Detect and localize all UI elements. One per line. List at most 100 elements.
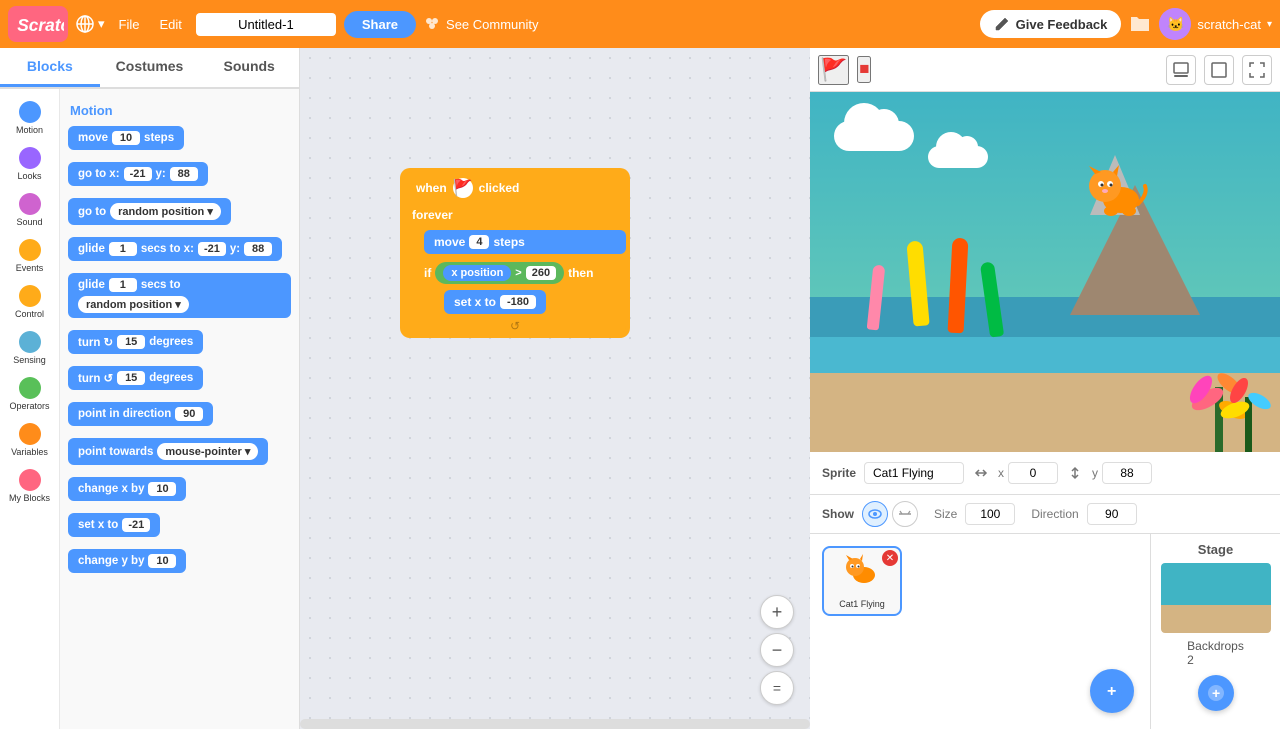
if-inner: set x to -180 — [424, 290, 626, 314]
block-point-towards[interactable]: point towards mouse-pointer ▾ — [68, 438, 268, 465]
block-glide-random[interactable]: glide 1 secs to random position ▾ — [68, 273, 291, 318]
fullscreen-icon — [1249, 62, 1265, 78]
block-turn-cw[interactable]: turn ↻ 15 degrees — [68, 330, 203, 354]
normal-stage-button[interactable] — [1204, 55, 1234, 85]
svg-text:+: + — [1107, 683, 1116, 700]
sprite-info-row2: Show — [810, 495, 1280, 534]
show-hidden-button[interactable] — [892, 501, 918, 527]
category-my-blocks[interactable]: My Blocks — [2, 465, 58, 507]
stage-title: Stage — [1198, 542, 1233, 557]
add-sprite-button[interactable]: + — [1090, 669, 1134, 713]
red-stop-button[interactable]: ⏹ — [857, 56, 871, 83]
block-move-steps[interactable]: move 10 steps — [68, 126, 184, 150]
category-operators-label: Operators — [9, 401, 49, 411]
if-block[interactable]: if x position > 260 then — [424, 260, 626, 314]
small-stage-button[interactable] — [1166, 55, 1196, 85]
username-chevron: ▾ — [1267, 19, 1272, 30]
control-dot — [19, 285, 41, 307]
category-variables[interactable]: Variables — [2, 419, 58, 461]
categories-sidebar: Motion Looks Sound Events Control — [0, 89, 60, 729]
scratch-logo[interactable]: Scratch — [8, 6, 68, 42]
forever-label: forever — [404, 204, 626, 226]
globe-button[interactable]: ▾ — [76, 15, 105, 33]
block-go-to-xy[interactable]: go to x: -21 y: 88 — [68, 162, 208, 186]
category-sound-label: Sound — [16, 217, 42, 227]
file-menu[interactable]: File — [113, 13, 146, 36]
globe-label: ▾ — [98, 16, 105, 32]
zoom-out-button[interactable]: − — [760, 633, 794, 667]
show-visible-button[interactable] — [862, 501, 888, 527]
green-flag-button[interactable]: 🚩 — [818, 55, 849, 85]
bottom-row: ✕ — [810, 534, 1280, 729]
category-sensing[interactable]: Sensing — [2, 327, 58, 369]
category-looks[interactable]: Looks — [2, 143, 58, 185]
fullscreen-button[interactable] — [1242, 55, 1272, 85]
code-blocks-container[interactable]: when 🚩 clicked forever move 4 steps — [400, 168, 630, 338]
move-block[interactable]: move 4 steps — [424, 230, 626, 254]
zoom-in-button[interactable]: + — [760, 595, 794, 629]
stage-canvas[interactable] — [810, 92, 1280, 452]
block-change-y[interactable]: change y by 10 — [68, 549, 186, 573]
direction-input[interactable] — [1087, 503, 1137, 525]
block-set-x[interactable]: set x to -21 — [68, 513, 160, 537]
category-control-label: Control — [15, 309, 44, 319]
tab-blocks[interactable]: Blocks — [0, 48, 100, 87]
tab-sounds[interactable]: Sounds — [199, 48, 299, 87]
block-change-x[interactable]: change x by 10 — [68, 477, 186, 501]
avatar: 🐱 — [1159, 8, 1191, 40]
cloud — [834, 121, 914, 151]
size-input[interactable] — [965, 503, 1015, 525]
eye-open-icon — [868, 507, 882, 521]
add-backdrop-icon: + — [1206, 683, 1226, 703]
svg-text:+: + — [1212, 685, 1220, 701]
condition-block[interactable]: x position > 260 — [435, 262, 564, 284]
give-feedback-button[interactable]: Give Feedback — [980, 10, 1122, 38]
category-looks-label: Looks — [17, 171, 41, 181]
folder-button[interactable] — [1129, 12, 1151, 37]
left-panel: Blocks Costumes Sounds Motion Looks Soun… — [0, 48, 300, 729]
category-sensing-label: Sensing — [13, 355, 46, 365]
sprite-thumb-cat1[interactable]: ✕ — [822, 546, 902, 616]
cat-svg — [1083, 164, 1153, 219]
arrow-xy-icon — [972, 464, 990, 482]
canvas-area[interactable]: when 🚩 clicked forever move 4 steps — [300, 48, 810, 729]
category-my-blocks-label: My Blocks — [9, 493, 50, 503]
set-x-block[interactable]: set x to -180 — [444, 290, 546, 314]
give-feedback-label: Give Feedback — [1016, 17, 1108, 32]
tab-costumes[interactable]: Costumes — [100, 48, 200, 87]
zoom-controls: + − = — [760, 595, 794, 705]
category-motion[interactable]: Motion — [2, 97, 58, 139]
script-block[interactable]: when 🚩 clicked forever move 4 steps — [400, 168, 630, 338]
x-label: x — [998, 466, 1004, 480]
stage-mini-preview[interactable] — [1161, 563, 1271, 633]
category-events[interactable]: Events — [2, 235, 58, 277]
see-community-button[interactable]: See Community — [424, 16, 538, 32]
sprite-delete-button[interactable]: ✕ — [882, 550, 898, 566]
show-label: Show — [822, 507, 854, 521]
y-label: y — [1092, 466, 1098, 480]
project-title-input[interactable] — [196, 13, 336, 36]
sprite-name-input[interactable] — [864, 462, 964, 484]
category-operators[interactable]: Operators — [2, 373, 58, 415]
add-backdrop-button[interactable]: + — [1198, 675, 1234, 711]
share-button[interactable]: Share — [344, 11, 416, 38]
inner-blocks: move 4 steps if x position > 260 — [404, 226, 626, 318]
category-motion-label: Motion — [16, 125, 43, 135]
canvas-background — [300, 48, 810, 729]
block-go-to-random[interactable]: go to random position ▾ — [68, 198, 231, 225]
category-sound[interactable]: Sound — [2, 189, 58, 231]
cat-sprite — [1083, 164, 1153, 219]
zoom-reset-button[interactable]: = — [760, 671, 794, 705]
block-glide-xy[interactable]: glide 1 secs to x: -21 y: 88 — [68, 237, 282, 261]
x-input[interactable] — [1008, 462, 1058, 484]
edit-menu[interactable]: Edit — [153, 13, 187, 36]
avatar-area[interactable]: 🐱 scratch-cat ▾ — [1159, 8, 1272, 40]
small-stage-icon — [1173, 62, 1189, 78]
category-control[interactable]: Control — [2, 281, 58, 323]
canvas-scrollbar[interactable] — [300, 719, 810, 729]
block-point-direction[interactable]: point in direction 90 — [68, 402, 213, 426]
y-input[interactable] — [1102, 462, 1152, 484]
block-turn-ccw[interactable]: turn ↺ 15 degrees — [68, 366, 203, 390]
hat-block[interactable]: when 🚩 clicked — [404, 172, 626, 204]
pencil-icon — [994, 16, 1010, 32]
